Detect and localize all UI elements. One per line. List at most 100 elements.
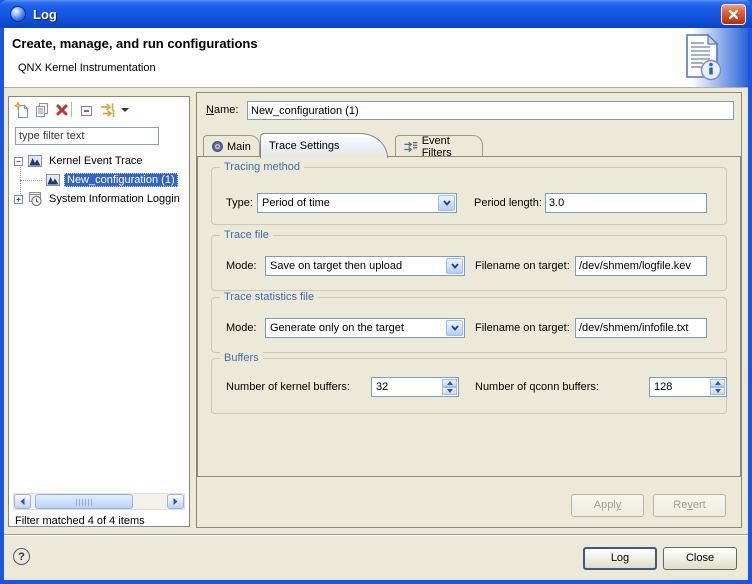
event-filter-arrows-icon: [404, 140, 418, 153]
apply-button[interactable]: Apply: [571, 494, 644, 517]
log-document-info-icon: [680, 33, 726, 83]
group-title: Trace file: [220, 229, 273, 242]
kernel-buffers-input[interactable]: [372, 378, 441, 396]
filter-configs-button[interactable]: [99, 101, 117, 119]
dialog-content: Create, manage, and run configurations Q…: [4, 28, 748, 580]
kernel-trace-icon: [27, 153, 43, 169]
tab-trace-settings[interactable]: Trace Settings: [260, 133, 388, 158]
configurations-panel: Kernel Event Trace New_configuration (1): [8, 96, 190, 527]
close-window-button[interactable]: [721, 4, 746, 25]
mode-label: Mode:: [226, 318, 257, 338]
filename-on-target-label: Filename on target:: [475, 318, 570, 338]
name-label: Name:: [206, 104, 238, 116]
combo-dropdown-button[interactable]: [438, 195, 455, 211]
scroll-right-icon: [172, 497, 179, 506]
qconn-buffers-spinner[interactable]: [649, 377, 727, 397]
arrow-down-icon: [447, 389, 453, 393]
app-orb-icon: [10, 6, 26, 22]
buffers-group: Buffers Number of kernel buffers: Number…: [211, 358, 727, 414]
filename-on-target-label: Filename on target:: [475, 256, 570, 276]
tab-main[interactable]: Main: [203, 135, 260, 157]
log-button[interactable]: Log: [583, 547, 657, 570]
tree-item-kernel-event-trace[interactable]: Kernel Event Trace: [14, 152, 146, 170]
tree-item-new-configuration[interactable]: New_configuration (1): [45, 171, 178, 189]
footer-separator: [4, 534, 748, 536]
tree-item-label: System Information Loggin: [46, 192, 183, 206]
tab-folder: Main Trace Settings Event Filters: [203, 131, 737, 157]
tab-main-label: Main: [227, 141, 251, 153]
spin-up-button[interactable]: [710, 379, 725, 387]
expand-expander-icon[interactable]: [14, 195, 23, 204]
toolbar-separator: [71, 102, 72, 117]
chevron-down-icon: [451, 325, 459, 331]
window-title: Log: [33, 7, 57, 22]
arrow-down-icon: [715, 389, 721, 393]
tracing-type-combo[interactable]: Period of time: [257, 193, 457, 213]
type-label: Type:: [226, 193, 253, 213]
period-length-input[interactable]: [545, 193, 707, 213]
filter-configs-icon: [100, 102, 117, 118]
system-info-clock-icon: [27, 191, 43, 207]
dropdown-caret-icon: [121, 108, 129, 112]
tracing-type-value: Period of time: [258, 194, 456, 212]
revert-button[interactable]: Revert: [653, 494, 726, 517]
stats-filename-input[interactable]: [575, 318, 707, 338]
delete-config-button[interactable]: [53, 101, 71, 119]
help-question-icon: ?: [18, 551, 25, 563]
new-config-button[interactable]: [13, 101, 31, 119]
tree-horizontal-scrollbar[interactable]: [13, 493, 185, 510]
banner-title: Create, manage, and run configurations: [12, 36, 258, 51]
chevron-down-icon: [443, 200, 451, 206]
tab-event-filters[interactable]: Event Filters: [395, 135, 483, 157]
collapse-all-button[interactable]: [77, 101, 95, 119]
tracing-method-group: Tracing method Type: Period of time Peri…: [211, 167, 727, 225]
collapse-expander-icon[interactable]: [14, 157, 23, 166]
header-banner: Create, manage, and run configurations Q…: [4, 28, 748, 88]
tree-item-label: Kernel Event Trace: [46, 154, 146, 168]
type-filter-input[interactable]: [15, 127, 159, 145]
name-input[interactable]: [247, 101, 734, 120]
spinner-buttons: [710, 379, 725, 395]
duplicate-config-button[interactable]: [33, 101, 51, 119]
tree-item-system-information-logging[interactable]: System Information Loggin: [14, 190, 183, 208]
tree-connector: [20, 180, 42, 181]
combo-dropdown-button[interactable]: [446, 320, 463, 336]
group-title: Tracing method: [220, 161, 304, 174]
new-config-icon: [14, 102, 30, 118]
titlebar[interactable]: Log: [0, 0, 752, 28]
close-dialog-button[interactable]: Close: [663, 547, 737, 570]
help-button[interactable]: ?: [13, 548, 30, 565]
spinner-buttons: [442, 379, 457, 395]
configuration-form-panel: Name: Main Trace Settings: [196, 92, 742, 528]
group-title: Buffers: [220, 352, 263, 365]
tree-item-label-selected: New_configuration (1): [64, 173, 178, 187]
tab-trace-settings-label: Trace Settings: [269, 140, 340, 152]
close-icon: [727, 8, 740, 21]
spin-up-button[interactable]: [442, 379, 457, 387]
qconn-buffers-input[interactable]: [650, 378, 709, 396]
banner-subtitle: QNX Kernel Instrumentation: [18, 62, 156, 74]
stats-mode-combo[interactable]: Generate only on the target: [265, 318, 465, 338]
filter-dropdown-button[interactable]: [119, 101, 131, 119]
chevron-down-icon: [451, 263, 459, 269]
arrow-up-icon: [447, 381, 453, 385]
trace-filename-input[interactable]: [575, 256, 707, 276]
stats-mode-value: Generate only on the target: [266, 319, 464, 337]
scrollbar-thumb[interactable]: [35, 494, 133, 509]
kernel-buffers-spinner[interactable]: [371, 377, 459, 397]
scroll-left-button[interactable]: [14, 494, 31, 509]
tab-event-filters-label: Event Filters: [422, 135, 474, 159]
period-length-label: Period length:: [474, 193, 542, 213]
trace-file-group: Trace file Mode: Save on target then upl…: [211, 235, 727, 291]
spin-down-button[interactable]: [710, 387, 725, 395]
combo-dropdown-button[interactable]: [446, 258, 463, 274]
scroll-right-button[interactable]: [167, 494, 184, 509]
trace-file-mode-combo[interactable]: Save on target then upload: [265, 256, 465, 276]
filter-match-status: Filter matched 4 of 4 items: [15, 515, 145, 527]
arrow-up-icon: [715, 381, 721, 385]
delete-config-icon: [55, 103, 69, 117]
trace-file-mode-value: Save on target then upload: [266, 257, 464, 275]
spin-down-button[interactable]: [442, 387, 457, 395]
kernel-buffers-label: Number of kernel buffers:: [226, 377, 350, 397]
collapse-all-icon: [79, 103, 94, 118]
